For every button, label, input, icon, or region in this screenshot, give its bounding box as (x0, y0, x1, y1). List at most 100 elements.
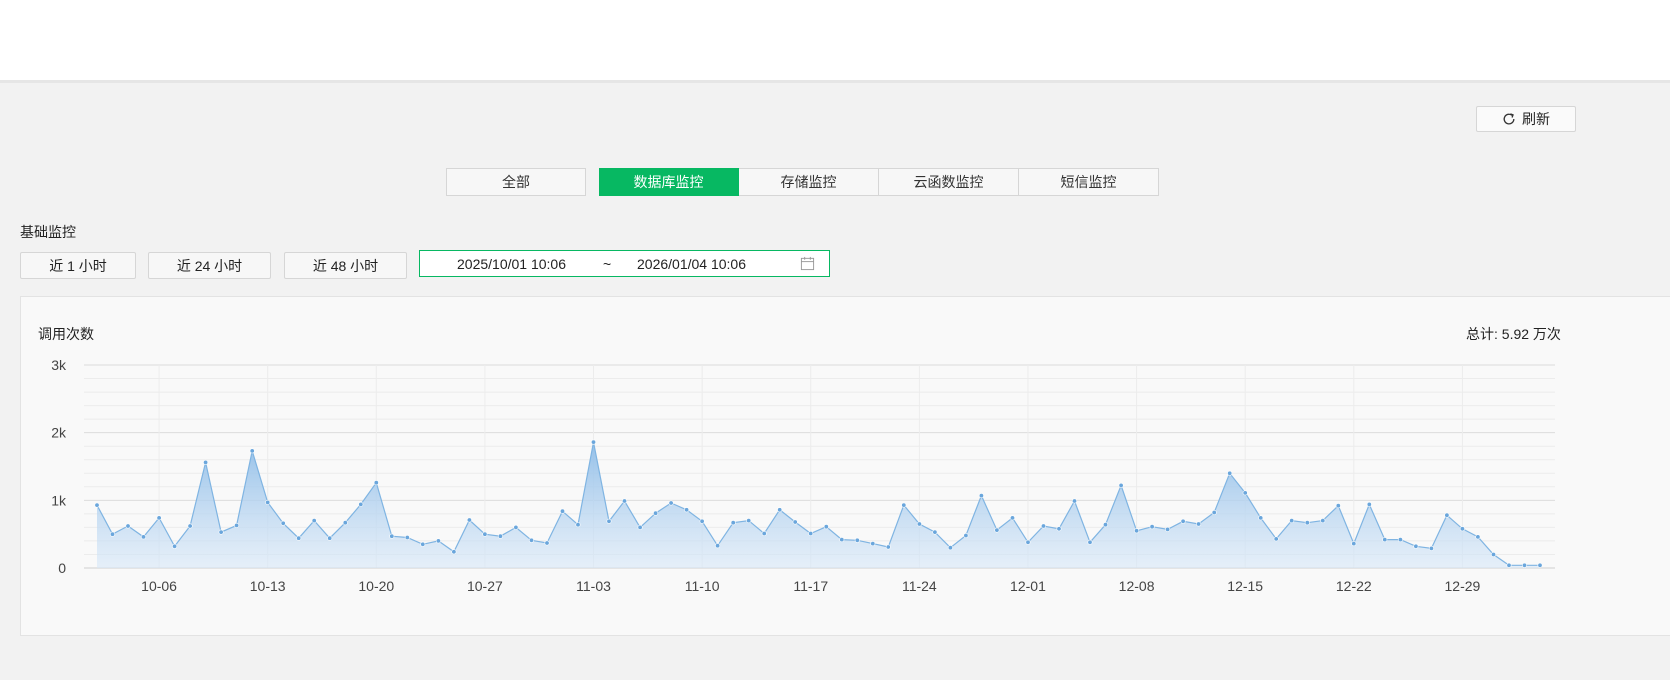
x-tick-label: 10-13 (250, 578, 286, 594)
data-point (389, 533, 395, 539)
data-point (994, 527, 1000, 533)
data-point (1227, 470, 1233, 476)
data-point (746, 518, 752, 524)
data-point (513, 524, 519, 530)
data-point (808, 530, 814, 536)
data-point (1103, 522, 1109, 528)
data-point (606, 518, 612, 524)
data-point (172, 543, 178, 549)
data-point (978, 493, 984, 499)
data-point (435, 538, 441, 544)
data-point (528, 537, 534, 543)
y-tick-label: 3k (51, 357, 67, 373)
data-point (715, 543, 721, 549)
data-point (249, 448, 255, 454)
data-point (482, 531, 488, 537)
data-point (497, 533, 503, 539)
data-point (1196, 521, 1202, 527)
x-tick-label: 12-01 (1010, 578, 1046, 594)
data-point (141, 534, 147, 540)
data-point (1118, 482, 1124, 488)
data-point (559, 508, 565, 514)
data-point (110, 531, 116, 537)
data-point (761, 530, 767, 536)
x-tick-label: 11-03 (576, 578, 611, 594)
data-point (94, 502, 100, 508)
data-point (1180, 518, 1186, 524)
data-point (280, 520, 286, 526)
data-point (916, 521, 922, 527)
x-tick-label: 10-20 (358, 578, 394, 594)
data-point (621, 498, 627, 504)
data-point (684, 507, 690, 513)
y-tick-label: 1k (51, 492, 67, 508)
data-point (1382, 537, 1388, 543)
data-point (1366, 501, 1372, 507)
x-tick-label: 11-24 (902, 578, 937, 594)
data-point (1134, 528, 1140, 534)
x-tick-label: 10-06 (141, 578, 177, 594)
data-point (1087, 539, 1093, 545)
data-point (451, 549, 457, 555)
data-point (420, 541, 426, 547)
data-point (544, 540, 550, 546)
data-point (1056, 526, 1062, 532)
data-point (932, 529, 938, 535)
data-point (125, 523, 131, 529)
y-tick-label: 0 (58, 560, 66, 576)
x-tick-label: 11-10 (685, 578, 720, 594)
data-point (1491, 551, 1497, 557)
data-point (901, 502, 907, 508)
data-point (575, 522, 581, 528)
data-point (1304, 520, 1310, 526)
data-point (870, 541, 876, 547)
data-point (885, 544, 891, 550)
data-point (342, 520, 348, 526)
data-point (1397, 537, 1403, 543)
data-point (730, 520, 736, 526)
data-point (1335, 503, 1341, 509)
series-area (97, 442, 1540, 568)
call-count-chart: 3k 2k 1k 0 10-06 10-13 10-20 10-27 11-03 11-10 11-… (51, 357, 1555, 594)
data-point (466, 517, 472, 523)
data-point (187, 523, 193, 529)
x-tick-label: 12-22 (1336, 578, 1372, 594)
data-point (404, 534, 410, 540)
data-point (218, 529, 224, 535)
data-point (590, 439, 596, 445)
data-point (1273, 536, 1279, 542)
data-point (854, 537, 860, 543)
data-point (156, 515, 162, 521)
data-point (296, 535, 302, 541)
data-point (1211, 509, 1217, 515)
data-point (1459, 526, 1465, 532)
data-point (1537, 562, 1543, 568)
data-point (1149, 524, 1155, 530)
x-tick-label: 12-29 (1445, 578, 1481, 594)
data-point (1444, 512, 1450, 518)
data-point (265, 499, 271, 505)
data-point (1165, 526, 1171, 532)
data-point (1072, 498, 1078, 504)
y-tick-label: 2k (51, 425, 67, 441)
data-point (1506, 562, 1512, 568)
data-point (1320, 518, 1326, 524)
data-point (777, 507, 783, 513)
data-point (668, 500, 674, 506)
data-point (947, 545, 953, 551)
data-point (1428, 545, 1434, 551)
data-point (373, 480, 379, 486)
data-point (203, 459, 209, 465)
data-point (1242, 490, 1248, 496)
data-point (1351, 541, 1357, 547)
data-point (1009, 515, 1015, 521)
data-point (311, 518, 317, 524)
data-point (823, 524, 829, 530)
x-tick-label: 12-08 (1119, 578, 1155, 594)
data-point (653, 510, 659, 516)
data-point (1475, 534, 1481, 540)
data-point (1289, 518, 1295, 524)
x-tick-label: 12-15 (1227, 578, 1263, 594)
data-point (1258, 515, 1264, 521)
x-tick-label: 11-17 (793, 578, 828, 594)
